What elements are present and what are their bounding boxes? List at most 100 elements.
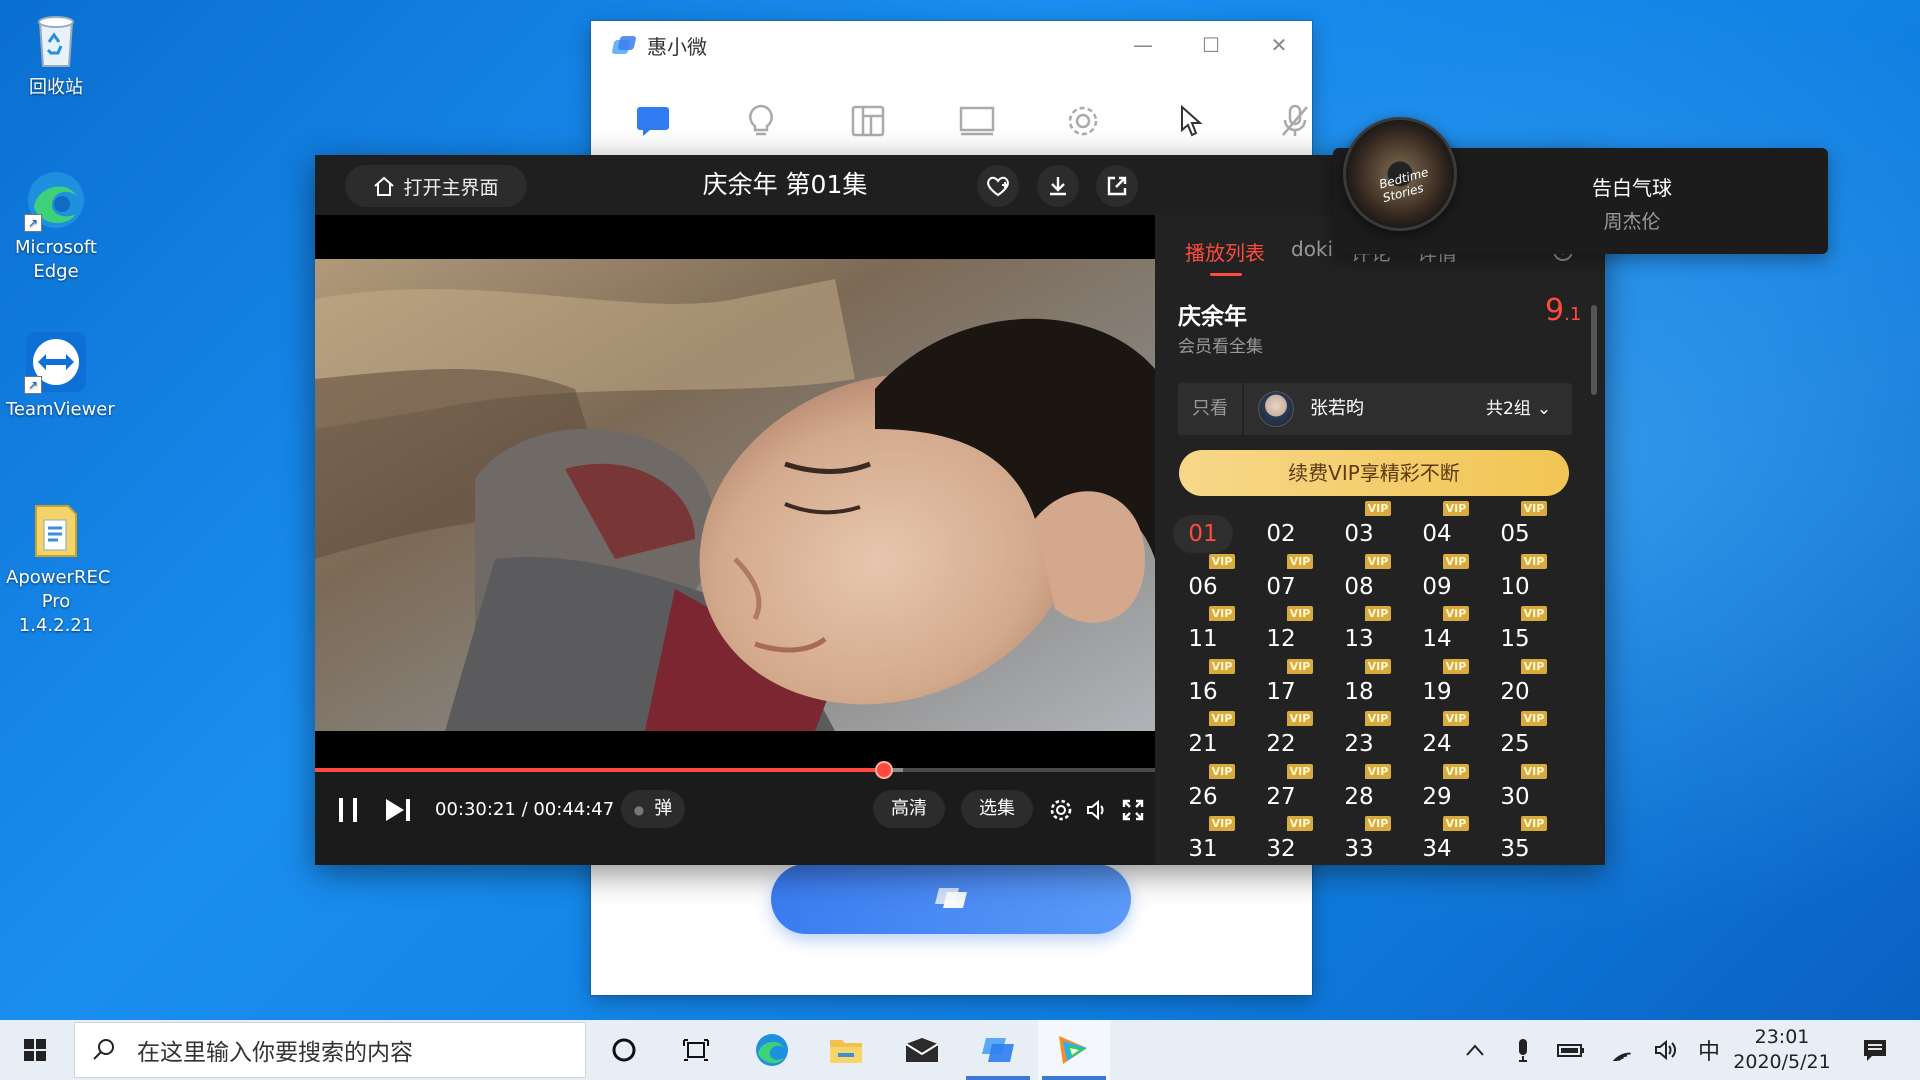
desktop-icon-apowerrec[interactable]: ApowerREC Pro 1.4.2.21 [6, 498, 110, 638]
episode-item[interactable]: 24 VIP [1407, 711, 1469, 763]
episode-item[interactable]: 12 VIP [1251, 606, 1313, 658]
time-readout: 00:30:21 / 00:44:47 [435, 792, 614, 828]
desktop-icon-recycle-bin[interactable]: 回收站 [6, 8, 106, 100]
episode-item[interactable]: 05 VIP [1485, 501, 1547, 553]
download-button[interactable] [1037, 165, 1079, 207]
episode-item[interactable]: 19 VIP [1407, 658, 1469, 711]
vip-badge: VIP [1521, 816, 1547, 831]
video-frame[interactable] [315, 259, 1155, 731]
next-button[interactable] [383, 792, 413, 828]
screen-icon[interactable] [947, 91, 1007, 151]
volume-button[interactable] [1644, 1020, 1690, 1080]
episode-item[interactable]: 34 VIP [1407, 816, 1469, 865]
actor-filter[interactable]: 只看 张若昀 共2组 ⌄ [1178, 383, 1572, 435]
episode-item[interactable]: 25 VIP [1485, 711, 1547, 763]
danmaku-toggle[interactable]: ● 弹 [621, 790, 685, 828]
pause-button[interactable] [333, 792, 363, 828]
episode-item[interactable]: 20 VIP [1485, 658, 1547, 711]
episode-item[interactable]: 16 VIP [1173, 658, 1235, 711]
video-player-window[interactable]: 打开主界面 庆余年 第01集 00:30:21 / 00:44:47 ● 弹 高… [315, 155, 1605, 865]
episode-item[interactable]: 03 VIP [1329, 501, 1391, 553]
battery-button[interactable] [1548, 1020, 1594, 1080]
start-button[interactable] [0, 1020, 70, 1080]
taskbar-edge[interactable] [736, 1020, 808, 1080]
microphone-button[interactable] [1500, 1020, 1546, 1080]
episode-item[interactable]: 27 VIP [1251, 763, 1313, 816]
progress-knob[interactable] [874, 761, 893, 779]
episode-item[interactable]: 23 VIP [1329, 711, 1391, 763]
show-hidden-icons-button[interactable] [1452, 1020, 1498, 1080]
episode-item[interactable]: 21 VIP [1173, 711, 1235, 763]
desktop-icon-edge[interactable]: ↗ Microsoft Edge [6, 168, 106, 284]
episode-item[interactable]: 18 VIP [1329, 658, 1391, 711]
episode-item[interactable]: 26 VIP [1173, 763, 1235, 816]
episode-item[interactable]: 06 VIP [1173, 553, 1235, 606]
settings-icon[interactable] [1053, 91, 1113, 151]
episode-item[interactable]: 32 VIP [1251, 816, 1313, 865]
tab-doki[interactable]: doki [1291, 237, 1333, 261]
taskbar-file-explorer[interactable] [810, 1020, 882, 1080]
quality-button[interactable]: 高清 [873, 790, 945, 828]
groups-dropdown[interactable]: 共2组 ⌄ [1486, 383, 1551, 435]
episode-item[interactable]: 31 VIP [1173, 816, 1235, 865]
episode-number: 27 [1266, 783, 1296, 810]
episode-item[interactable]: 15 VIP [1485, 606, 1547, 658]
episode-item[interactable]: 35 VIP [1485, 816, 1547, 865]
episode-item[interactable]: 07 VIP [1251, 553, 1313, 606]
video-area[interactable] [315, 215, 1155, 790]
episode-item[interactable]: 02 [1251, 515, 1311, 553]
progress-bar[interactable] [315, 761, 1155, 779]
wifi-icon [1610, 1052, 1631, 1061]
lightbulb-icon[interactable] [731, 91, 791, 151]
episode-item[interactable]: 28 VIP [1329, 763, 1391, 816]
episode-item[interactable]: 09 VIP [1407, 553, 1469, 606]
renew-vip-button[interactable]: 续费VIP享精彩不断 [1179, 450, 1569, 496]
taskbar-huixiaowei[interactable] [962, 1020, 1034, 1080]
start-button[interactable] [771, 864, 1131, 934]
episode-item[interactable]: 30 VIP [1485, 763, 1547, 816]
episodes-button[interactable]: 选集 [961, 790, 1033, 828]
episode-item[interactable]: 04 VIP [1407, 501, 1469, 553]
wifi-button[interactable] [1598, 1020, 1644, 1080]
desktop-icon-teamviewer[interactable]: ↗ TeamViewer [6, 330, 115, 422]
total-time: 00:44:47 [533, 799, 615, 820]
maximize-button[interactable]: ☐ [1177, 21, 1245, 69]
episode-item[interactable]: 17 VIP [1251, 658, 1313, 711]
episode-item[interactable]: 33 VIP [1329, 816, 1391, 865]
taskbar-video-player[interactable] [1038, 1020, 1110, 1080]
panel-scrollbar[interactable] [1591, 305, 1597, 395]
settings-button[interactable] [1045, 794, 1077, 826]
episode-item[interactable]: 13 VIP [1329, 606, 1391, 658]
episode-item[interactable]: 29 VIP [1407, 763, 1469, 816]
clock[interactable]: 23:01 2020/5/21 [1724, 1025, 1840, 1075]
vip-badge: VIP [1209, 763, 1235, 779]
notifications-button[interactable] [1848, 1020, 1902, 1080]
minimize-button[interactable]: — [1109, 21, 1177, 69]
episode-item[interactable]: 11 VIP [1173, 606, 1235, 658]
open-main-button[interactable]: 打开主界面 [345, 165, 527, 207]
close-button[interactable]: ✕ [1245, 21, 1313, 69]
taskbar-mail[interactable] [886, 1020, 958, 1080]
home-icon [374, 176, 395, 196]
episode-item[interactable]: 01 [1173, 515, 1233, 553]
video-player-icon [1059, 1036, 1087, 1064]
tab-playlist[interactable]: 播放列表 [1185, 237, 1265, 266]
search-box[interactable]: 在这里输入你要搜索的内容 [74, 1022, 586, 1078]
fullscreen-button[interactable] [1117, 794, 1149, 826]
episode-number: 02 [1266, 521, 1296, 547]
episode-item[interactable]: 08 VIP [1329, 553, 1391, 606]
cortana-button[interactable] [588, 1020, 660, 1080]
pointer-icon[interactable] [1161, 91, 1221, 151]
apowerrec-icon [24, 498, 88, 562]
task-view-button[interactable] [660, 1020, 732, 1080]
episode-item[interactable]: 10 VIP [1485, 553, 1547, 606]
mic-off-icon[interactable] [1265, 91, 1325, 151]
episode-item[interactable]: 14 VIP [1407, 606, 1469, 658]
episode-item[interactable]: 22 VIP [1251, 711, 1313, 763]
episode-number: 22 [1266, 731, 1296, 757]
dashboard-icon[interactable] [838, 91, 898, 151]
favorite-button[interactable] [977, 165, 1019, 207]
volume-button[interactable] [1081, 794, 1113, 826]
chat-icon[interactable] [623, 91, 683, 151]
popout-button[interactable] [1096, 165, 1138, 207]
